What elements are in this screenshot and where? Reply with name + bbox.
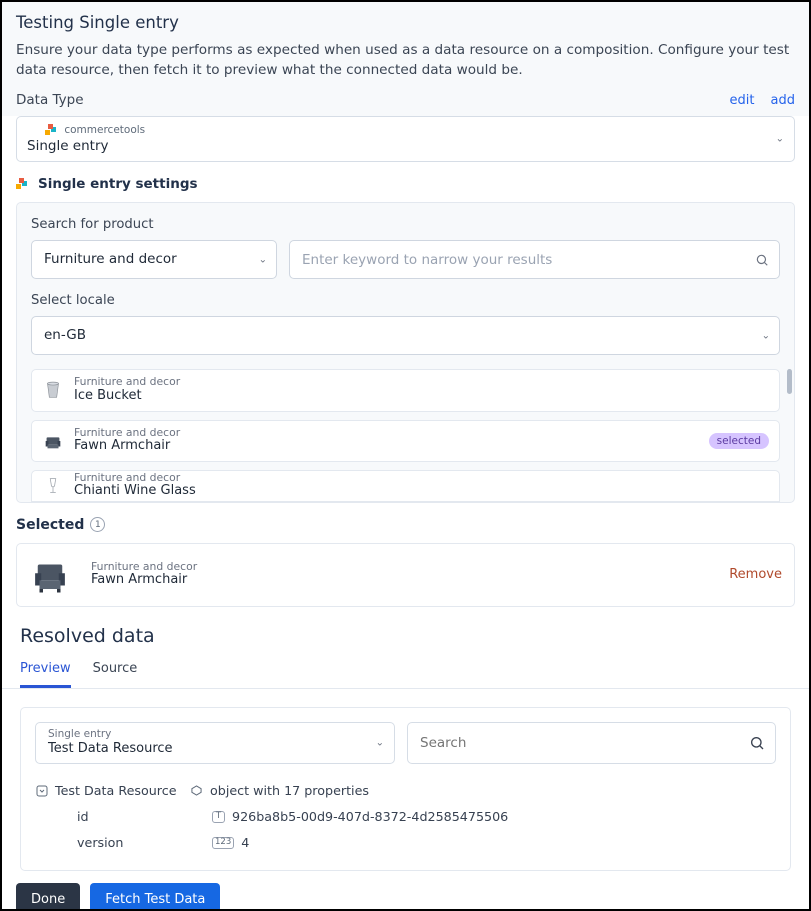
search-icon xyxy=(755,253,769,267)
product-list: Furniture and decor Ice Bucket Furniture… xyxy=(31,369,780,501)
done-button[interactable]: Done xyxy=(16,883,80,911)
tree-value: 926ba8b5-00d9-407d-8372-4d2585475506 xyxy=(232,809,508,824)
settings-panel: Search for product Furniture and decor ⌄… xyxy=(16,202,795,502)
product-thumbnail-armchair xyxy=(42,430,64,452)
product-category: Furniture and decor xyxy=(74,427,180,439)
tree-root-label: Test Data Resource xyxy=(55,783,177,798)
commercetools-icon xyxy=(16,178,28,190)
chevron-down-icon: ⌄ xyxy=(376,737,384,748)
resource-select[interactable]: Single entry Test Data Resource ⌄ xyxy=(35,722,395,764)
product-category: Furniture and decor xyxy=(74,376,180,388)
resource-select-sub: Single entry xyxy=(48,729,364,740)
search-label: Search for product xyxy=(31,217,780,232)
page-description: Ensure your data type performs as expect… xyxy=(16,41,795,80)
fetch-test-data-button[interactable]: Fetch Test Data xyxy=(90,883,220,911)
selected-label: Selected xyxy=(16,517,84,533)
add-link[interactable]: add xyxy=(771,93,795,108)
product-thumbnail-armchair xyxy=(29,554,71,596)
edit-link[interactable]: edit xyxy=(730,93,755,108)
product-item[interactable]: Furniture and decor Chianti Wine Glass xyxy=(31,470,780,502)
product-name: Ice Bucket xyxy=(74,388,180,404)
product-thumbnail-glass xyxy=(42,475,64,497)
tab-source[interactable]: Source xyxy=(93,661,138,688)
product-item[interactable]: Furniture and decor Ice Bucket xyxy=(31,369,780,411)
product-item[interactable]: Furniture and decor Fawn Armchair select… xyxy=(31,420,780,462)
resolved-tabs: Preview Source xyxy=(2,661,809,689)
data-type-select[interactable]: commercetools Single entry ⌄ xyxy=(16,116,795,162)
tree-value: 4 xyxy=(241,835,249,850)
data-type-label: Data Type xyxy=(16,92,84,108)
data-type-integration: commercetools xyxy=(45,124,784,136)
tab-preview[interactable]: Preview xyxy=(20,661,71,688)
locale-select[interactable]: en-GB xyxy=(31,316,780,355)
category-select[interactable]: Furniture and decor xyxy=(31,240,277,279)
selected-item-name: Fawn Armchair xyxy=(91,572,197,588)
search-icon xyxy=(749,735,765,751)
product-name: Chianti Wine Glass xyxy=(74,483,196,499)
resolved-panel: Single entry Test Data Resource ⌄ Test D… xyxy=(20,707,791,871)
resource-select-value: Test Data Resource xyxy=(48,741,364,756)
type-number-icon: 123 xyxy=(212,837,234,849)
page-title: Testing Single entry xyxy=(16,13,795,32)
type-text-icon: T xyxy=(212,811,225,823)
collapse-icon[interactable] xyxy=(35,784,48,797)
chevron-down-icon: ⌄ xyxy=(776,134,784,145)
product-category: Furniture and decor xyxy=(74,472,196,484)
tree-root-desc: object with 17 properties xyxy=(210,783,369,798)
locale-label: Select locale xyxy=(31,293,780,308)
product-thumbnail-bucket xyxy=(42,379,64,401)
tree-key: version xyxy=(77,835,123,850)
product-search-input[interactable] xyxy=(289,240,780,279)
resolved-data-title: Resolved data xyxy=(2,625,809,661)
resolved-search-input[interactable] xyxy=(407,722,776,764)
remove-link[interactable]: Remove xyxy=(729,567,782,582)
selected-item-category: Furniture and decor xyxy=(91,561,197,573)
data-tree: Test Data Resource object with 17 proper… xyxy=(35,778,776,856)
commercetools-icon xyxy=(45,124,57,136)
selected-badge: selected xyxy=(709,433,769,449)
scrollbar[interactable] xyxy=(787,369,792,394)
tree-key: id xyxy=(77,809,89,824)
selected-count: 1 xyxy=(90,517,105,532)
object-icon xyxy=(190,784,203,797)
data-type-value: Single entry xyxy=(27,138,784,154)
settings-heading: Single entry settings xyxy=(38,176,198,192)
selected-item: Furniture and decor Fawn Armchair Remove xyxy=(16,543,795,607)
product-name: Fawn Armchair xyxy=(74,438,180,454)
